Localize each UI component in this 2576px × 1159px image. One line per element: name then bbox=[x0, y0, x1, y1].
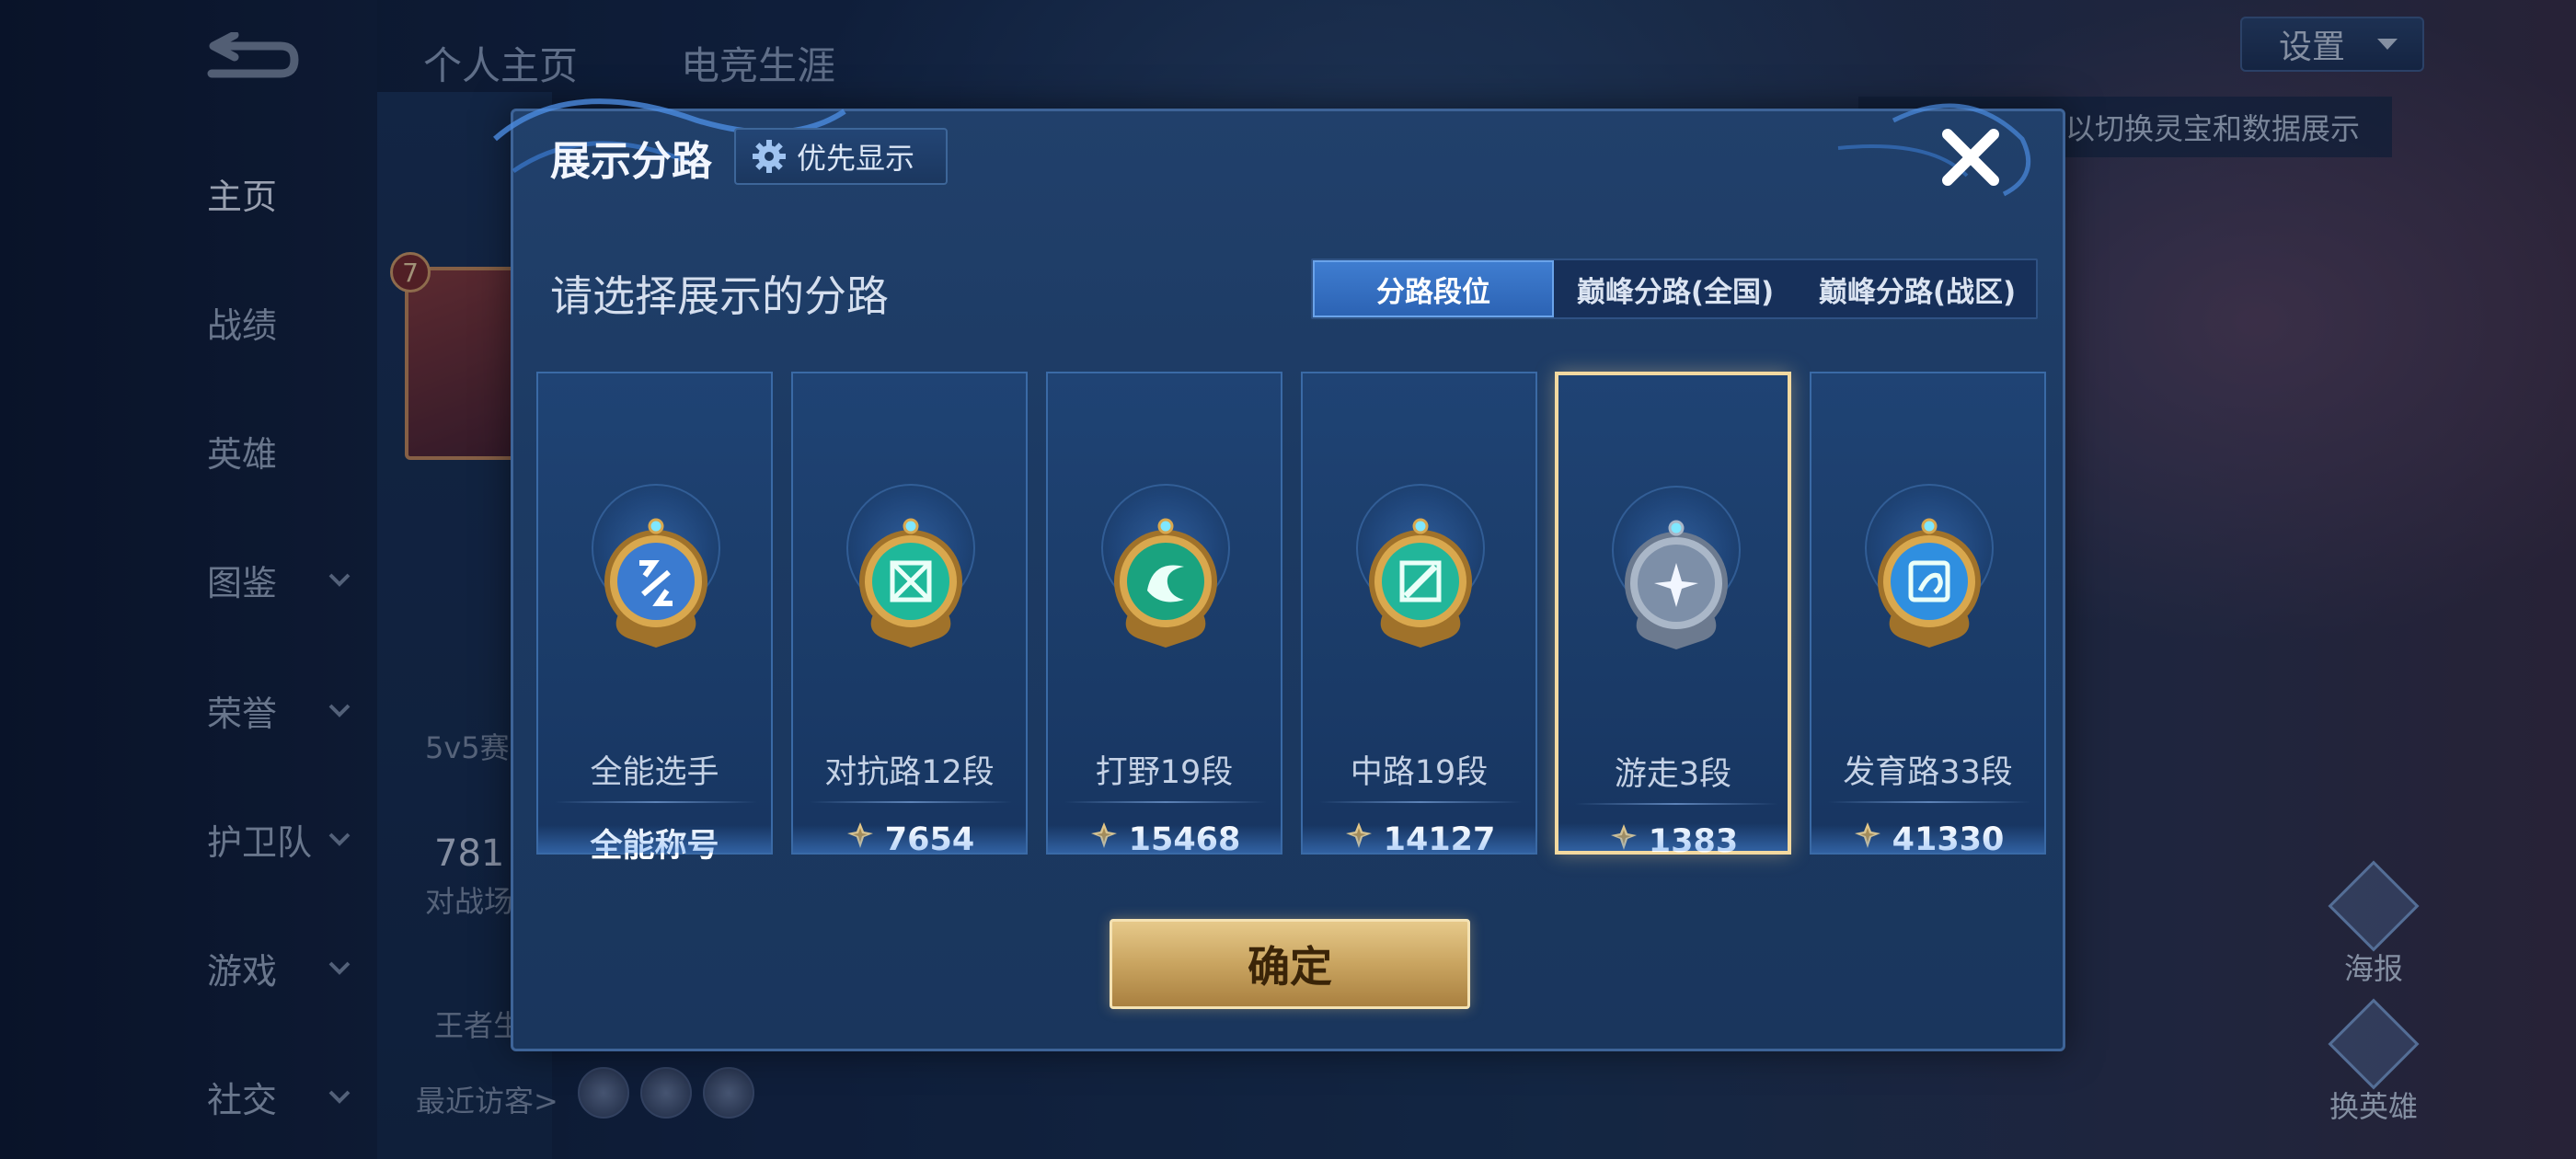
lane-rank-label: 对抗路12段 bbox=[824, 754, 995, 791]
priority-display-button[interactable]: 优先显示 bbox=[734, 128, 948, 185]
card-bottom-glow bbox=[1303, 825, 1535, 853]
lane-card[interactable]: 对抗路12段7654 bbox=[791, 372, 1028, 858]
gear-icon bbox=[753, 140, 786, 173]
confirm-label: 确定 bbox=[1248, 942, 1332, 992]
lane-card[interactable]: 游走3段1383 bbox=[1555, 372, 1791, 860]
confirm-button[interactable]: 确定 bbox=[1110, 919, 1470, 1009]
card-divider bbox=[1319, 801, 1522, 803]
tab-peak-national[interactable]: 巅峰分路(全国) bbox=[1554, 260, 1797, 317]
mid-lane-emblem-icon bbox=[1356, 511, 1485, 649]
lane-card[interactable]: 中路19段14127 bbox=[1301, 372, 1537, 858]
card-divider bbox=[1064, 801, 1267, 803]
lane-display-dialog: 展示分路 优先显示 请选择展示的分路 分路段位 巅峰分路(全国) 巅峰分路(战区… bbox=[493, 98, 2065, 1051]
card-divider bbox=[1575, 803, 1777, 805]
dialog-subtitle: 请选择展示的分路 bbox=[550, 271, 889, 321]
roam-emblem-icon bbox=[1612, 513, 1741, 651]
lane-card[interactable]: 发育路33段41330 bbox=[1810, 372, 2046, 858]
tab-lane-rank-label: 分路段位 bbox=[1376, 275, 1490, 309]
lane-cards: 全能选手全能称号对抗路12段7654打野19段15468中路19段14127游走… bbox=[536, 372, 2046, 865]
card-divider bbox=[555, 801, 757, 803]
lane-rank-label: 发育路33段 bbox=[1843, 754, 2013, 791]
jungle-emblem-icon bbox=[1101, 511, 1230, 649]
tab-peak-region-label: 巅峰分路(战区) bbox=[1818, 275, 2017, 309]
clash-lane-emblem-icon bbox=[846, 511, 975, 649]
card-divider bbox=[1828, 801, 2030, 803]
lane-card[interactable]: 全能选手全能称号 bbox=[536, 372, 773, 865]
lane-rank-label: 中路19段 bbox=[1350, 754, 1489, 791]
card-bottom-glow bbox=[538, 825, 771, 853]
lane-card[interactable]: 打野19段15468 bbox=[1046, 372, 1282, 858]
card-bottom-glow bbox=[1558, 823, 1788, 851]
lane-rank-label: 游走3段 bbox=[1614, 756, 1732, 793]
tab-peak-region[interactable]: 巅峰分路(战区) bbox=[1797, 260, 2038, 317]
close-icon[interactable] bbox=[1938, 125, 2003, 189]
priority-display-label: 优先显示 bbox=[797, 141, 915, 176]
tab-lane-rank[interactable]: 分路段位 bbox=[1313, 260, 1554, 317]
lane-rank-label: 全能选手 bbox=[590, 754, 719, 791]
card-bottom-glow bbox=[1811, 825, 2044, 853]
dialog-title: 展示分路 bbox=[550, 138, 712, 185]
lane-category-tabs: 分路段位 巅峰分路(全国) 巅峰分路(战区) bbox=[1311, 258, 2038, 319]
card-bottom-glow bbox=[1048, 825, 1281, 853]
card-bottom-glow bbox=[793, 825, 1026, 853]
tab-peak-national-label: 巅峰分路(全国) bbox=[1576, 275, 1775, 309]
lane-rank-label: 打野19段 bbox=[1095, 754, 1234, 791]
card-divider bbox=[810, 801, 1012, 803]
all-round-emblem-icon bbox=[592, 511, 720, 649]
farm-lane-emblem-icon bbox=[1865, 511, 1994, 649]
